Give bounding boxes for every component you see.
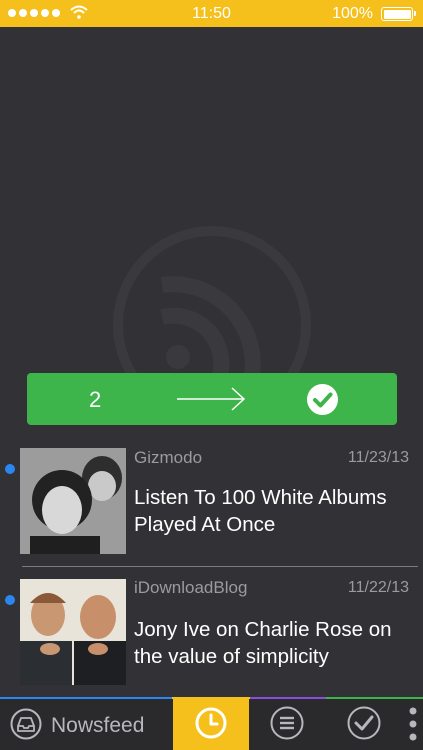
battery-percentage: 100% [332, 5, 373, 22]
tab-newsfeed-label: Nowsfeed [51, 714, 145, 737]
unread-count: 2 [89, 387, 102, 412]
battery-icon [381, 7, 416, 21]
feed-divider [22, 566, 418, 567]
checkmark-circle-icon[interactable] [307, 384, 338, 415]
tab-list-icon[interactable] [270, 706, 304, 740]
unread-indicator [5, 464, 15, 474]
article-title[interactable]: Jony Ive on Charlie Rose on the value of… [134, 616, 414, 670]
tab-newsfeed[interactable]: Nowsfeed [0, 699, 172, 750]
more-options-icon[interactable] [408, 707, 418, 741]
status-bar: 11:50 100% [0, 0, 423, 27]
feed-item[interactable]: iDownloadBlog 11/22/13 Jony Ive on Charl… [0, 570, 423, 695]
article-source: iDownloadBlog [134, 578, 248, 597]
mark-read-swipe-bar[interactable]: 2 [27, 373, 397, 425]
rss-watermark-icon [113, 226, 311, 385]
article-date: 11/23/13 [347, 449, 409, 466]
arrow-right-icon [177, 387, 246, 411]
tab-done-checkmark-icon[interactable] [347, 706, 381, 740]
article-date: 11/22/13 [347, 579, 409, 596]
clock-icon [195, 707, 227, 739]
tab-recent[interactable] [173, 697, 249, 750]
article-title[interactable]: Listen To 100 White Albums Played At Onc… [134, 484, 414, 538]
article-thumbnail [20, 448, 126, 554]
unread-indicator [5, 595, 15, 605]
feed-item[interactable]: Gizmodo 11/23/13 Listen To 100 White Alb… [0, 440, 423, 565]
article-thumbnail [20, 579, 126, 685]
inbox-icon [10, 708, 42, 740]
bottom-tab-bar: Nowsfeed [0, 697, 423, 750]
article-source: Gizmodo [134, 448, 203, 467]
